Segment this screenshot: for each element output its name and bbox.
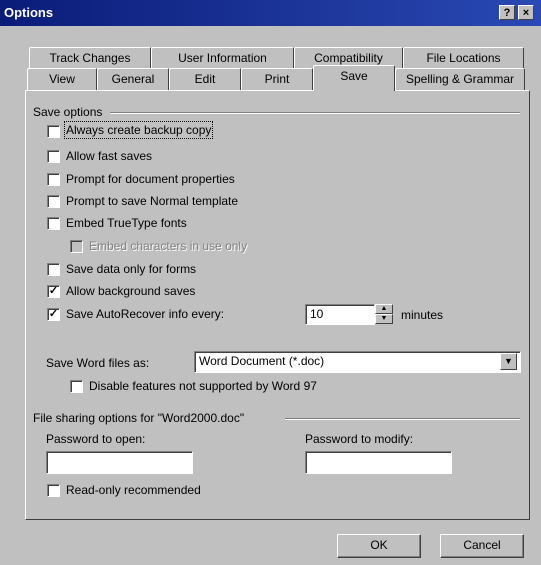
check-mark-icon: ✓ bbox=[48, 285, 59, 297]
password-modify-input[interactable] bbox=[305, 451, 452, 474]
tab-general[interactable]: General bbox=[97, 68, 169, 90]
disable-features-checkbox[interactable] bbox=[70, 380, 83, 393]
save-format-select[interactable]: Word Document (*.doc) bbox=[194, 351, 521, 373]
readonly-checkbox[interactable] bbox=[47, 484, 60, 497]
close-button[interactable]: × bbox=[518, 5, 534, 20]
autorecover-checkbox[interactable]: ✓ bbox=[47, 308, 60, 321]
background-saves-label: Allow background saves bbox=[66, 284, 196, 298]
tab-edit[interactable]: Edit bbox=[169, 68, 241, 90]
file-sharing-heading: File sharing options for "Word2000.doc" bbox=[33, 411, 245, 425]
tab-save[interactable]: Save bbox=[313, 65, 395, 91]
prompt-properties-checkbox[interactable] bbox=[47, 173, 60, 186]
backup-copy-label: Always create backup copy bbox=[63, 121, 214, 139]
embed-characters-label: Embed characters in use only bbox=[89, 239, 248, 253]
password-modify-label: Password to modify: bbox=[305, 432, 414, 446]
title-bar: Options ? × bbox=[0, 0, 541, 26]
help-button[interactable]: ? bbox=[499, 5, 515, 20]
save-options-heading: Save options bbox=[33, 105, 103, 119]
background-saves-checkbox[interactable]: ✓ bbox=[47, 285, 60, 298]
save-word-files-label: Save Word files as: bbox=[46, 356, 150, 370]
embed-truetype-label: Embed TrueType fonts bbox=[66, 216, 187, 230]
tab-spelling-grammar[interactable]: Spelling & Grammar bbox=[395, 68, 525, 90]
backup-copy-checkbox[interactable] bbox=[47, 125, 60, 138]
password-open-input[interactable] bbox=[46, 451, 193, 474]
save-data-forms-label: Save data only for forms bbox=[66, 262, 197, 276]
autorecover-minutes-input[interactable]: 10 bbox=[305, 304, 375, 325]
save-data-forms-checkbox[interactable] bbox=[47, 263, 60, 276]
prompt-normal-template-checkbox[interactable] bbox=[47, 195, 60, 208]
file-sharing-divider bbox=[285, 418, 520, 420]
window-title: Options bbox=[4, 5, 54, 20]
active-tab-joint bbox=[314, 89, 394, 92]
save-options-divider bbox=[110, 112, 520, 114]
disable-features-label: Disable features not supported by Word 9… bbox=[89, 379, 317, 393]
ok-button[interactable]: OK bbox=[337, 534, 421, 558]
autorecover-spinner[interactable]: ▲ ▼ bbox=[375, 304, 393, 324]
password-open-label: Password to open: bbox=[46, 432, 146, 446]
tab-print[interactable]: Print bbox=[241, 68, 313, 90]
tab-view[interactable]: View bbox=[27, 68, 97, 90]
tab-track-changes[interactable]: Track Changes bbox=[29, 47, 151, 69]
dropdown-arrow-icon[interactable]: ▼ bbox=[500, 353, 517, 370]
tab-file-locations[interactable]: File Locations bbox=[403, 47, 524, 69]
prompt-normal-template-label: Prompt to save Normal template bbox=[66, 194, 239, 208]
readonly-label: Read-only recommended bbox=[66, 483, 201, 497]
autorecover-label: Save AutoRecover info every: bbox=[66, 307, 225, 321]
tab-user-information[interactable]: User Information bbox=[151, 47, 294, 69]
cancel-button[interactable]: Cancel bbox=[440, 534, 524, 558]
fast-saves-checkbox[interactable] bbox=[47, 150, 60, 163]
embed-characters-checkbox bbox=[70, 240, 83, 253]
prompt-properties-label: Prompt for document properties bbox=[66, 172, 235, 186]
minutes-label: minutes bbox=[401, 308, 444, 322]
check-mark-icon: ✓ bbox=[48, 308, 59, 320]
fast-saves-label: Allow fast saves bbox=[66, 149, 153, 163]
embed-truetype-checkbox[interactable] bbox=[47, 217, 60, 230]
spin-down-icon[interactable]: ▼ bbox=[375, 314, 393, 324]
spin-up-icon[interactable]: ▲ bbox=[375, 304, 393, 314]
